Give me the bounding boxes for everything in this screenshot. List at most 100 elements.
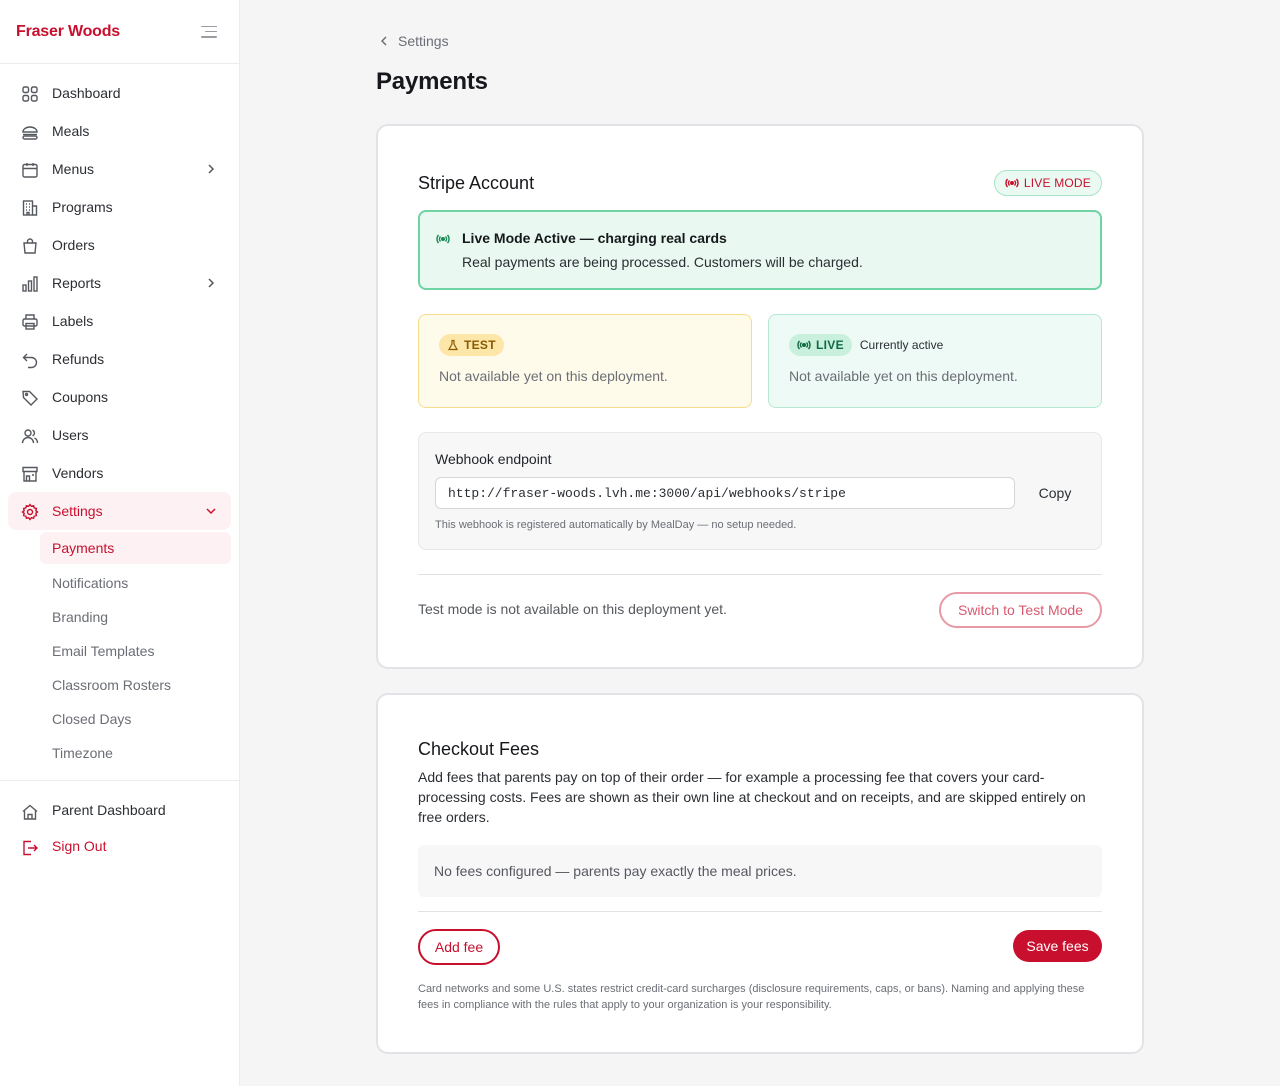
test-mode-note: Test mode is not available on this deplo… xyxy=(418,601,727,617)
sidebar-item-orders[interactable]: Orders xyxy=(0,226,239,264)
main-content: Settings Payments Stripe Account LIVE MO… xyxy=(376,0,1144,1054)
radio-waves-icon xyxy=(1005,178,1019,188)
sidebar-item-reports[interactable]: Reports xyxy=(0,264,239,302)
sidebar-item-label: Programs xyxy=(52,199,113,215)
sidebar-bottom: Parent Dashboard Sign Out xyxy=(0,780,239,864)
chevron-left-icon xyxy=(378,35,390,47)
tag-icon xyxy=(21,389,39,407)
sidebar-item-label: Reports xyxy=(52,275,102,291)
sidebar-subitem-notifications[interactable]: Notifications xyxy=(0,566,239,600)
webhook-panel: Webhook endpoint Copy This webhook is re… xyxy=(418,432,1102,550)
sidebar-item-label: Dashboard xyxy=(52,85,121,101)
sidebar-item-label: Coupons xyxy=(52,389,109,405)
test-mode-header: TEST xyxy=(439,334,504,356)
checkout-fees-title: Checkout Fees xyxy=(418,739,540,759)
sidebar-item-label: Parent Dashboard xyxy=(52,802,166,818)
sidebar-item-label: Settings xyxy=(52,503,103,519)
chevron-down-icon[interactable] xyxy=(205,505,217,517)
flask-icon xyxy=(447,339,459,351)
sidebar-item-menus[interactable]: Menus xyxy=(0,150,239,188)
live-mode-badge: LIVE MODE xyxy=(993,170,1102,196)
chevron-right-icon[interactable] xyxy=(205,163,217,175)
switch-to-test-mode-button[interactable]: Switch to Test Mode xyxy=(939,592,1102,628)
sidebar-item-label: Sign Out xyxy=(52,838,107,854)
sidebar-item-label: Meals xyxy=(52,123,90,139)
sidebar-subitem-branding[interactable]: Branding xyxy=(0,600,239,634)
sidebar-item-label: Vendors xyxy=(52,465,104,481)
breadcrumb-label: Settings xyxy=(398,33,449,49)
building-icon xyxy=(21,199,39,217)
currently-active-label: Currently active xyxy=(859,338,944,352)
sidebar-item-label: Orders xyxy=(52,237,95,253)
sidebar-subitem-email-templates[interactable]: Email Templates xyxy=(0,634,239,668)
live-mode-card: LIVE Currently active Not available yet … xyxy=(768,314,1102,408)
printer-icon xyxy=(21,313,39,331)
sidebar-item-settings[interactable]: Settings xyxy=(8,492,231,530)
checkout-fees-card: Checkout Fees Add fees that parents pay … xyxy=(376,693,1144,1054)
live-mode-alert: Live Mode Active — charging real cards R… xyxy=(418,210,1102,290)
page-title: Payments xyxy=(376,68,488,95)
brand-logo[interactable]: Fraser Woods xyxy=(16,23,120,41)
sidebar: Fraser Woods Dashboard Meals Menus Progr… xyxy=(0,0,240,1086)
sidebar-item-coupons[interactable]: Coupons xyxy=(0,378,239,416)
live-mode-badge-label: LIVE MODE xyxy=(1023,176,1091,190)
sidebar-item-parent-dashboard[interactable]: Parent Dashboard xyxy=(0,792,239,828)
menu-toggle-icon[interactable] xyxy=(201,25,217,38)
sidebar-nav: Dashboard Meals Menus Programs Orders Re… xyxy=(0,64,239,770)
meals-icon xyxy=(21,123,39,141)
sidebar-item-labels[interactable]: Labels xyxy=(0,302,239,340)
bag-icon xyxy=(21,237,39,255)
stripe-account-card: Stripe Account LIVE MODE Live Mode Activ… xyxy=(376,124,1144,669)
radio-waves-icon xyxy=(436,234,450,244)
test-mode-text: Not available yet on this deployment. xyxy=(439,368,668,384)
sidebar-item-programs[interactable]: Programs xyxy=(0,188,239,226)
sidebar-item-label: Labels xyxy=(52,313,94,329)
sign-out-button[interactable]: Sign Out xyxy=(0,828,239,864)
sidebar-item-meals[interactable]: Meals xyxy=(0,112,239,150)
sidebar-item-vendors[interactable]: Vendors xyxy=(0,454,239,492)
checkout-fees-description: Add fees that parents pay on top of thei… xyxy=(418,769,1086,825)
copy-button[interactable]: Copy xyxy=(1027,477,1083,509)
calendar-icon xyxy=(21,161,39,179)
dashboard-icon xyxy=(21,85,39,103)
webhook-note: This webhook is registered automatically… xyxy=(435,519,797,531)
divider xyxy=(418,574,1102,575)
sidebar-item-label: Menus xyxy=(52,161,95,177)
breadcrumb[interactable]: Settings xyxy=(376,33,1144,49)
live-tag-label: LIVE xyxy=(816,338,844,352)
sidebar-subitem-payments[interactable]: Payments xyxy=(40,532,231,564)
sidebar-subitem-closed-days[interactable]: Closed Days xyxy=(0,702,239,736)
live-mode-header: LIVE Currently active xyxy=(789,334,943,356)
chart-icon xyxy=(21,275,39,293)
fees-legal-note: Card networks and some U.S. states restr… xyxy=(418,983,1085,1011)
add-fee-button[interactable]: Add fee xyxy=(418,929,500,965)
empty-fees-message: No fees configured — parents pay exactly… xyxy=(418,845,1102,897)
test-tag-label: TEST xyxy=(464,338,496,352)
webhook-url-field[interactable] xyxy=(435,477,1015,509)
sidebar-subitem-timezone[interactable]: Timezone xyxy=(0,736,239,770)
store-icon xyxy=(21,465,39,483)
save-fees-button[interactable]: Save fees xyxy=(1013,930,1102,962)
stripe-card-header: Stripe Account LIVE MODE xyxy=(418,170,1102,196)
alert-title: Live Mode Active — charging real cards xyxy=(462,230,727,246)
stripe-account-title: Stripe Account xyxy=(418,172,535,193)
gear-icon xyxy=(21,503,39,521)
sidebar-item-label: Users xyxy=(52,427,89,443)
sidebar-item-users[interactable]: Users xyxy=(0,416,239,454)
webhook-label: Webhook endpoint xyxy=(435,451,552,467)
test-tag: TEST xyxy=(439,334,504,356)
sidebar-header: Fraser Woods xyxy=(0,0,239,64)
sidebar-item-refunds[interactable]: Refunds xyxy=(0,340,239,378)
live-tag: LIVE xyxy=(789,334,852,356)
users-icon xyxy=(21,427,39,445)
refund-icon xyxy=(21,351,39,369)
home-icon xyxy=(21,803,39,821)
sidebar-item-label: Refunds xyxy=(52,351,105,367)
sidebar-item-dashboard[interactable]: Dashboard xyxy=(0,74,239,112)
sign-out-icon xyxy=(21,839,39,857)
settings-submenu: Payments Notifications Branding Email Te… xyxy=(0,532,239,770)
test-mode-card: TEST Not available yet on this deploymen… xyxy=(418,314,752,408)
chevron-right-icon[interactable] xyxy=(205,277,217,289)
live-mode-text: Not available yet on this deployment. xyxy=(789,368,1018,384)
sidebar-subitem-classroom-rosters[interactable]: Classroom Rosters xyxy=(0,668,239,702)
